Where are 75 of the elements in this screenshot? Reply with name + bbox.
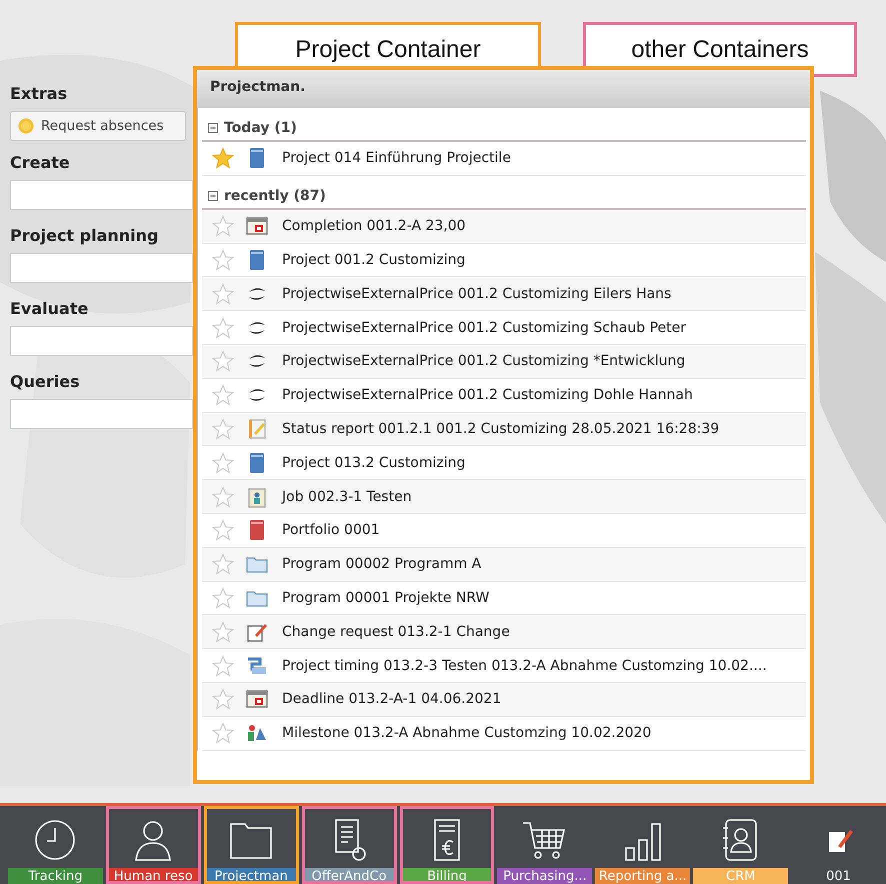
star-icon[interactable] (212, 350, 234, 372)
dock-label: Purchasing... (497, 868, 592, 884)
star-icon[interactable] (212, 486, 234, 508)
item-title: Project 001.2 Customizing (282, 252, 466, 268)
section-heading: Queries (10, 372, 81, 391)
section-heading: Extras (10, 84, 68, 103)
calendar-icon (246, 215, 268, 238)
input-field[interactable] (10, 253, 193, 283)
item-title: Status report 001.2.1 001.2 Customizing 28.05.2021 16:28:39 (282, 420, 720, 437)
star-icon[interactable] (212, 519, 234, 542)
report-icon (246, 418, 268, 440)
star-icon[interactable] (212, 282, 234, 305)
section-heading: Create (10, 153, 71, 172)
star-icon[interactable] (212, 654, 234, 677)
star-icon[interactable] (212, 688, 234, 710)
item-title: Program 00002 Programm A (282, 556, 482, 572)
input-field[interactable] (10, 399, 193, 429)
list-item[interactable]: Job 002.3-1 Testen (202, 480, 806, 514)
star-icon[interactable] (212, 147, 234, 170)
item-title: Project 014 Einführung Projectile (282, 150, 511, 166)
item-title: Change request 013.2-1 Change (282, 624, 510, 640)
item-title: ProjectwiseExternalPrice 001.2 Customizing Eilers Hans (282, 286, 672, 302)
list-item[interactable]: Status report 001.2.1 001.2 Customizing 28.05.2021 16:28:39 (202, 412, 806, 446)
dock-label: Tracking (8, 868, 103, 884)
list-item[interactable]: ProjectwiseExternalPrice 001.2 Customizing Eilers Hans (202, 277, 806, 312)
item-title: ProjectwiseExternalPrice 001.2 Customizing *Entwicklung (282, 353, 686, 370)
star-icon[interactable] (212, 722, 234, 744)
star-icon[interactable] (212, 215, 234, 238)
item-title: Deadline 013.2-A-1 04.06.2021 (282, 691, 502, 708)
sun-icon (17, 117, 35, 135)
calendar-icon (246, 688, 268, 710)
dock-app[interactable]: Tracking (8, 806, 103, 884)
list-item[interactable]: Deadline 013.2-A-1 04.06.2021 (202, 682, 806, 717)
star-icon[interactable] (212, 620, 234, 643)
dock-app[interactable]: Purchasing... (497, 806, 592, 884)
dock-label: CRM (693, 868, 788, 884)
item-title: Milestone 013.2-A Abnahme Customzing 10.02.2020 (282, 725, 652, 742)
request-absences-button[interactable]: Request absences (10, 111, 186, 141)
list-item[interactable]: Program 00002 Programm A (202, 548, 806, 582)
dock-app[interactable]: Projectman (204, 806, 299, 884)
group-heading: Today (1) (224, 120, 297, 136)
dock-label: Reporting a... (595, 868, 690, 884)
item-title: ProjectwiseExternalPrice 001.2 Customizing Schaub Peter (282, 320, 686, 336)
list-item[interactable]: ProjectwiseExternalPrice 001.2 Customizing *Entwicklung (202, 344, 806, 379)
collapse-icon[interactable] (208, 123, 218, 133)
input-field[interactable] (10, 326, 193, 356)
star-icon[interactable] (212, 586, 234, 609)
dock-label: 001 (825, 868, 852, 884)
star-icon[interactable] (212, 248, 234, 271)
section-heading: Project planning (10, 226, 160, 245)
item-title: Project timing 013.2-3 Testen 013.2-A Abnahme Customzing 10.02.... (282, 658, 767, 674)
list-item[interactable]: Program 00001 Projekte NRW (202, 582, 806, 616)
list-item[interactable]: Project 001.2 Customizing (202, 244, 806, 278)
star-icon[interactable] (212, 418, 234, 440)
item-title: Completion 001.2-A 23,00 (282, 218, 466, 234)
dock-app[interactable]: Human reso (106, 806, 201, 884)
item-title: Job 002.3-1 Testen (282, 488, 412, 505)
input-field[interactable] (10, 180, 193, 210)
item-title: Project 013.2 Customizing (282, 454, 466, 471)
collapse-icon[interactable] (208, 190, 218, 201)
group-heading: recently (87) (224, 188, 326, 204)
item-title: Portfolio 0001 (282, 522, 380, 538)
badge-icon (246, 486, 268, 508)
list-item[interactable]: Change request 013.2-1 Change (202, 615, 806, 650)
section-heading: Evaluate (10, 299, 90, 318)
item-title: Program 00001 Projekte NRW (282, 590, 490, 606)
timing-icon (246, 654, 268, 677)
star-icon[interactable] (212, 316, 234, 339)
list-item[interactable]: Completion 001.2-A 23,00 (202, 210, 806, 244)
dock-app[interactable]: 001 (791, 806, 886, 884)
item-title: ProjectwiseExternalPrice 001.2 Customizing Dohle Hannah (282, 387, 693, 404)
star-icon[interactable] (212, 452, 234, 474)
panel-title: Projectman. (197, 70, 810, 108)
star-icon[interactable] (212, 384, 234, 406)
star-icon[interactable] (212, 553, 234, 576)
